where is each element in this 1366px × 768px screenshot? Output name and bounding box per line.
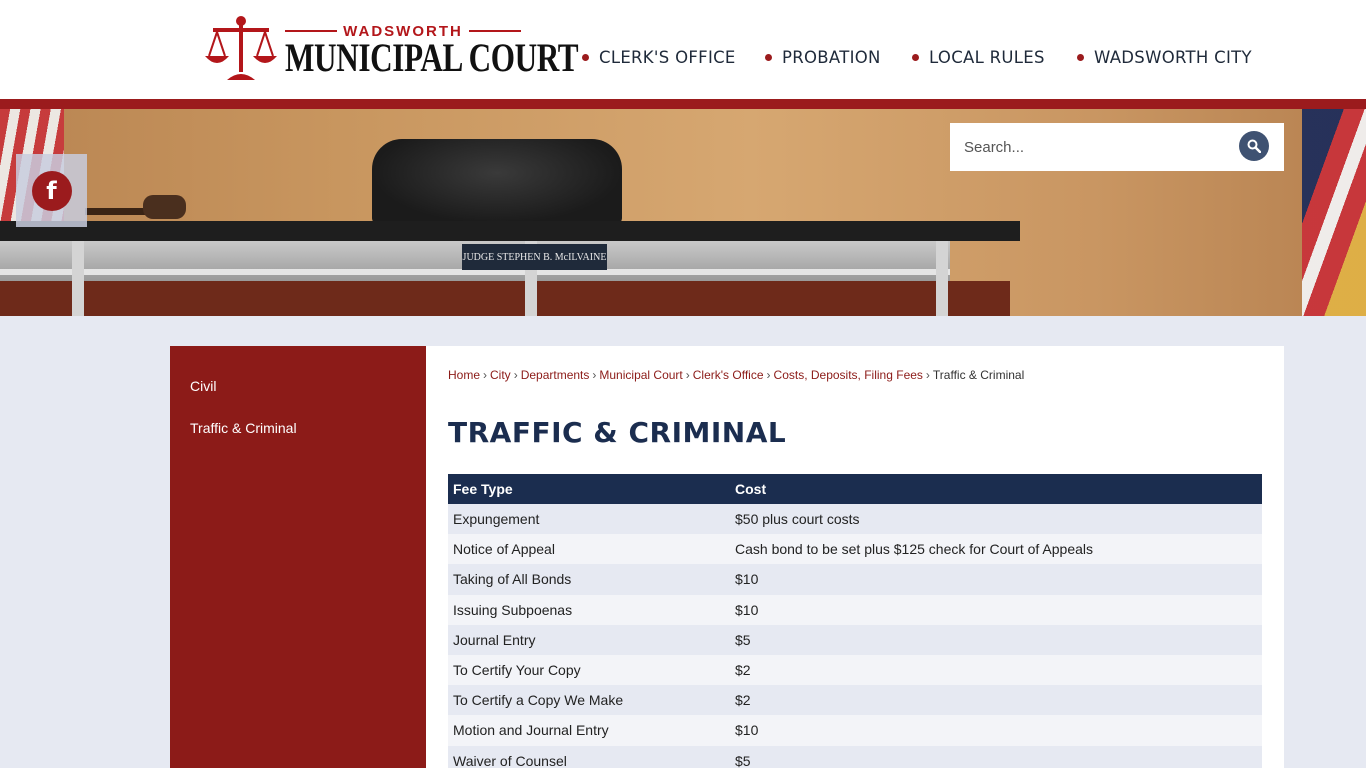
nav-probation[interactable]: PROBATION <box>765 44 881 70</box>
site-header: WADSWORTH MUNICIPAL COURT CLERK'S OFFICE… <box>0 0 1366 99</box>
cost-cell: $10 <box>730 564 1262 595</box>
cost-cell: $10 <box>730 715 1262 746</box>
bench-top <box>0 221 1020 241</box>
fee-type-cell: To Certify a Copy We Make <box>448 685 730 716</box>
nav-wadsworth-city[interactable]: WADSWORTH CITY <box>1077 44 1252 70</box>
breadcrumb-home[interactable]: Home <box>448 368 480 382</box>
bullet-icon <box>1077 53 1084 61</box>
search-icon <box>1247 139 1261 153</box>
bench-post <box>72 241 84 316</box>
bullet-icon <box>765 53 772 61</box>
table-row: To Certify a Copy We Make $2 <box>448 685 1262 716</box>
fee-type-cell: Taking of All Bonds <box>448 564 730 595</box>
cost-cell: $2 <box>730 654 1262 686</box>
header-divider <box>0 99 1366 109</box>
fee-type-cell: Journal Entry <box>448 624 730 655</box>
nav-local-rules[interactable]: LOCAL RULES <box>912 44 1045 70</box>
cost-cell: $2 <box>730 685 1262 716</box>
fee-type-cell: Motion and Journal Entry <box>448 715 730 746</box>
sidebar-item-traffic-criminal[interactable]: Traffic & Criminal <box>190 420 297 436</box>
search-input[interactable] <box>950 123 1235 171</box>
breadcrumb-departments[interactable]: Departments <box>521 368 590 382</box>
search-button[interactable] <box>1239 131 1269 161</box>
breadcrumb-clerks-office[interactable]: Clerk's Office <box>693 368 764 382</box>
cost-cell: $50 plus court costs <box>730 504 1262 535</box>
table-header-row: Fee Type Cost <box>448 474 1262 504</box>
facebook-link[interactable]: f <box>16 154 87 227</box>
nav-clerks-office[interactable]: CLERK'S OFFICE <box>582 44 736 70</box>
fee-type-cell: To Certify Your Copy <box>448 654 730 686</box>
table-row: Expungement $50 plus court costs <box>448 504 1262 535</box>
breadcrumb-municipal-court[interactable]: Municipal Court <box>599 368 682 382</box>
gavel-handle <box>85 208 149 215</box>
bullet-icon <box>582 53 589 61</box>
main-content: Home › City › Departments › Municipal Court › Cl… <box>426 346 1284 768</box>
cost-cell: $5 <box>730 745 1262 768</box>
bullet-icon <box>912 53 919 61</box>
column-header-cost: Cost <box>730 474 1262 504</box>
cost-cell: $5 <box>730 624 1262 655</box>
table-row: Notice of Appeal Cash bond to be set plus… <box>448 534 1262 565</box>
judge-nameplate: JUDGE STEPHEN B. McILVAINE <box>462 244 607 270</box>
table-row: To Certify Your Copy $2 <box>448 654 1262 686</box>
bench-post <box>936 241 948 316</box>
judge-chair <box>372 139 622 224</box>
fees-table: Fee Type Cost Expungement $50 plus court … <box>448 474 1262 768</box>
table-row: Taking of All Bonds $10 <box>448 564 1262 595</box>
cost-cell: Cash bond to be set plus $125 check for … <box>730 534 1262 565</box>
table-row: Waiver of Counsel $5 <box>448 745 1262 768</box>
logo-big-title: MUNICIPAL COURT <box>285 35 579 80</box>
fee-type-cell: Notice of Appeal <box>448 534 730 565</box>
column-header-fee-type: Fee Type <box>448 474 730 504</box>
flag-right <box>1302 109 1366 316</box>
bench-wood <box>0 281 1010 316</box>
fee-type-cell: Waiver of Counsel <box>448 745 730 768</box>
sidebar-item-civil[interactable]: Civil <box>190 378 216 394</box>
cost-cell: $10 <box>730 594 1262 625</box>
fee-type-cell: Issuing Subpoenas <box>448 594 730 625</box>
table-row: Issuing Subpoenas $10 <box>448 594 1262 625</box>
gavel-head <box>143 195 186 219</box>
breadcrumb: Home › City › Departments › Municipal Court › Cl… <box>448 368 1025 382</box>
court-logo[interactable]: WADSWORTH MUNICIPAL COURT <box>205 14 579 84</box>
table-row: Motion and Journal Entry $10 <box>448 715 1262 746</box>
fee-type-cell: Expungement <box>448 504 730 535</box>
breadcrumb-costs-fees[interactable]: Costs, Deposits, Filing Fees <box>774 368 923 382</box>
table-row: Journal Entry $5 <box>448 624 1262 655</box>
breadcrumb-city[interactable]: City <box>490 368 511 382</box>
facebook-icon: f <box>31 170 72 211</box>
scales-of-justice-icon <box>205 16 277 80</box>
search-box <box>950 123 1284 171</box>
sidebar: Civil Traffic & Criminal <box>170 346 426 768</box>
breadcrumb-current: Traffic & Criminal <box>932 368 1025 382</box>
page-title: TRAFFIC & CRIMINAL <box>448 416 787 449</box>
